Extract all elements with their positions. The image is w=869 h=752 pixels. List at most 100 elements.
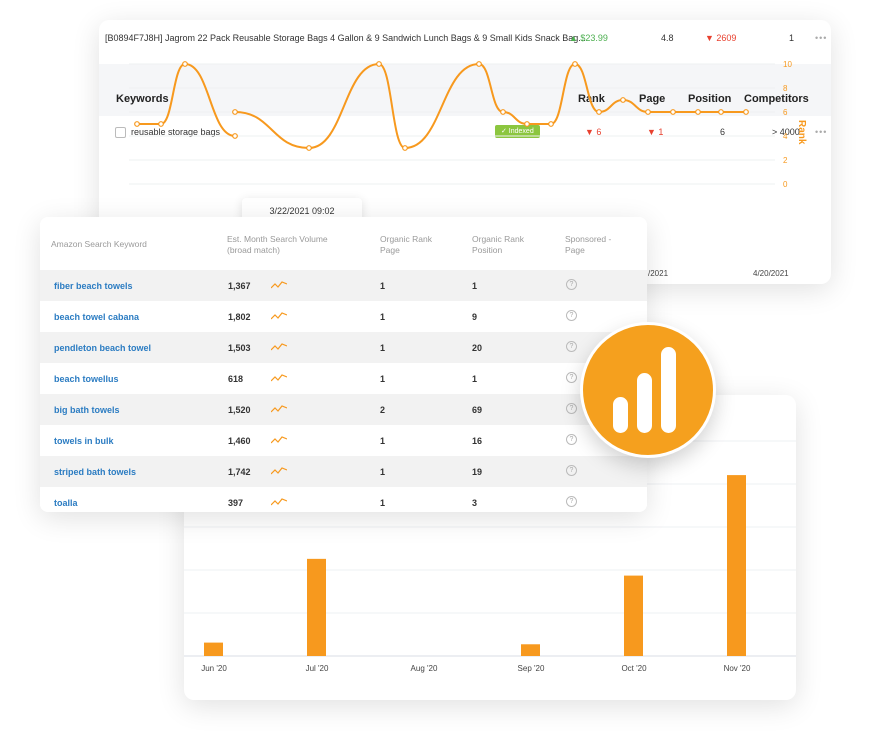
trend-sparkline-icon[interactable] xyxy=(271,435,287,445)
trend-sparkline-icon[interactable] xyxy=(271,497,287,507)
rank-y-tick-label: 10 xyxy=(783,60,792,69)
organic-rank-page: 1 xyxy=(380,498,386,508)
th-sponsored-page: Sponsored - Page xyxy=(565,234,612,255)
volume-x-tick-label: Aug '20 xyxy=(411,664,438,673)
organic-rank-position: 16 xyxy=(472,436,483,446)
volume-bar[interactable] xyxy=(727,475,746,656)
table-row[interactable]: striped bath towels 1,742 1 19? xyxy=(40,456,647,487)
organic-rank-position: 69 xyxy=(472,405,483,415)
rank-data-point[interactable] xyxy=(476,61,482,67)
rank-y-tick-label: 8 xyxy=(783,84,788,93)
rank-data-point[interactable] xyxy=(376,61,382,67)
rank-data-point[interactable] xyxy=(306,145,312,151)
organic-rank-page: 1 xyxy=(380,281,386,291)
keyword-link[interactable]: towels in bulk xyxy=(54,436,114,446)
volume-x-tick-label: Jun '20 xyxy=(201,664,227,673)
rank-data-point[interactable] xyxy=(670,109,676,115)
rank-y-tick-label: 4 xyxy=(783,132,788,141)
rank-data-point[interactable] xyxy=(500,109,506,115)
help-icon[interactable]: ? xyxy=(566,434,577,445)
volume-bar[interactable] xyxy=(307,558,326,656)
th-organic-position: Organic Rank Position xyxy=(472,234,524,255)
organic-rank-position: 1 xyxy=(472,281,478,291)
volume-x-tick-label: Nov '20 xyxy=(724,664,751,673)
help-icon[interactable]: ? xyxy=(566,310,577,321)
rank-y-axis-label: Rank xyxy=(796,120,807,145)
rank-data-point[interactable] xyxy=(182,61,188,67)
rank-data-point[interactable] xyxy=(718,109,724,115)
rank-data-point[interactable] xyxy=(158,121,164,127)
search-volume: 1,367 xyxy=(228,281,251,291)
rank-series-line xyxy=(136,62,236,137)
search-keyword-table: Amazon Search Keyword Est. Month Search … xyxy=(40,217,647,512)
rank-data-point[interactable] xyxy=(620,97,626,103)
volume-bar[interactable] xyxy=(624,575,643,656)
rank-data-point[interactable] xyxy=(596,109,602,115)
table-row[interactable]: big bath towels 1,520 2 69? xyxy=(40,394,647,425)
bar-chart-icon xyxy=(613,347,676,433)
volume-bar[interactable] xyxy=(204,642,223,656)
trend-sparkline-icon[interactable] xyxy=(271,373,287,383)
rank-data-point[interactable] xyxy=(743,109,749,115)
trend-sparkline-icon[interactable] xyxy=(271,404,287,414)
organic-rank-position: 19 xyxy=(472,467,483,477)
rank-data-point[interactable] xyxy=(645,109,651,115)
organic-rank-position: 9 xyxy=(472,312,478,322)
help-icon[interactable]: ? xyxy=(566,465,577,476)
volume-bar[interactable] xyxy=(521,644,540,656)
trend-sparkline-icon[interactable] xyxy=(271,280,287,290)
rank-data-point[interactable] xyxy=(134,121,140,127)
rank-data-point[interactable] xyxy=(232,133,238,139)
trend-sparkline-icon[interactable] xyxy=(271,342,287,352)
organic-rank-position: 20 xyxy=(472,343,483,353)
help-icon[interactable]: ? xyxy=(566,403,577,414)
rank-y-tick-label: 2 xyxy=(783,156,788,165)
help-icon[interactable]: ? xyxy=(566,341,577,352)
rank-data-point[interactable] xyxy=(572,61,578,67)
table-row[interactable]: fiber beach towels 1,367 1 1? xyxy=(40,270,647,301)
volume-x-tick-label: Oct '20 xyxy=(621,664,647,673)
volume-x-tick-label: Sep '20 xyxy=(518,664,545,673)
search-volume: 1,503 xyxy=(228,343,251,353)
table-row[interactable]: toalla 397 1 3? xyxy=(40,487,647,512)
rank-data-point[interactable] xyxy=(695,109,701,115)
rank-data-point[interactable] xyxy=(232,109,238,115)
organic-rank-page: 1 xyxy=(380,467,386,477)
th-volume: Est. Month Search Volume (broad match) xyxy=(227,234,328,255)
table-row[interactable]: towels in bulk 1,460 1 16? xyxy=(40,425,647,456)
search-volume: 1,520 xyxy=(228,405,251,415)
organic-rank-page: 2 xyxy=(380,405,386,415)
organic-rank-page: 1 xyxy=(380,374,386,384)
table-row[interactable]: beach towellus 618 1 1? xyxy=(40,363,647,394)
organic-rank-position: 3 xyxy=(472,498,478,508)
rank-data-point[interactable] xyxy=(548,121,554,127)
search-volume: 1,460 xyxy=(228,436,251,446)
th-organic-page: Organic Rank Page xyxy=(380,234,432,255)
rank-x-tick-label: 4/20/2021 xyxy=(753,269,789,278)
table-row[interactable]: pendleton beach towel 1,503 1 20? xyxy=(40,332,647,363)
keyword-link[interactable]: toalla xyxy=(54,498,78,508)
help-icon[interactable]: ? xyxy=(566,279,577,290)
rank-data-point[interactable] xyxy=(524,121,530,127)
table-header: Amazon Search Keyword Est. Month Search … xyxy=(40,217,647,267)
organic-rank-page: 1 xyxy=(380,343,386,353)
trend-sparkline-icon[interactable] xyxy=(271,311,287,321)
keyword-link[interactable]: striped bath towels xyxy=(54,467,136,477)
keyword-link[interactable]: beach towellus xyxy=(54,374,119,384)
help-icon[interactable]: ? xyxy=(566,496,577,507)
th-keyword: Amazon Search Keyword xyxy=(51,239,147,249)
search-volume: 618 xyxy=(228,374,244,384)
rank-data-point[interactable] xyxy=(402,145,408,151)
analytics-badge xyxy=(580,322,716,458)
trend-sparkline-icon[interactable] xyxy=(271,466,287,476)
table-row[interactable]: beach towel cabana 1,802 1 9? xyxy=(40,301,647,332)
organic-rank-page: 1 xyxy=(380,312,386,322)
keyword-link[interactable]: beach towel cabana xyxy=(54,312,139,322)
keyword-link[interactable]: fiber beach towels xyxy=(54,281,133,291)
keyword-link[interactable]: pendleton beach towel xyxy=(54,343,151,353)
volume-x-tick-label: Jul '20 xyxy=(306,664,329,673)
search-volume: 1,802 xyxy=(228,312,251,322)
help-icon[interactable]: ? xyxy=(566,372,577,383)
keyword-link[interactable]: big bath towels xyxy=(54,405,120,415)
rank-x-tick-label: /2021 xyxy=(648,269,669,278)
